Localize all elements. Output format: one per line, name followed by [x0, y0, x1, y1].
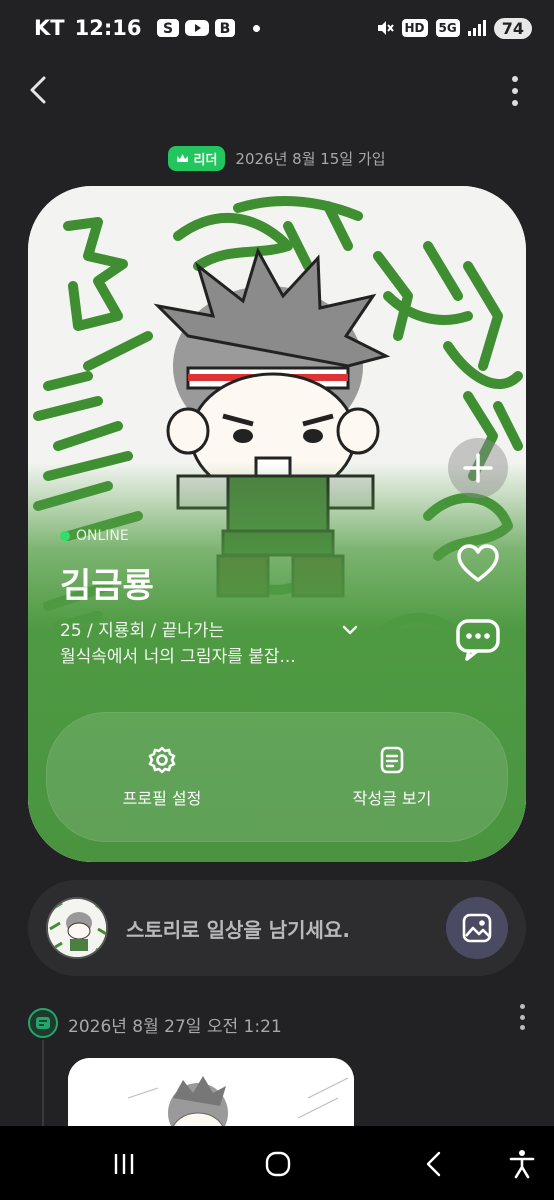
- home-icon: [265, 1151, 291, 1177]
- heart-icon: [457, 544, 499, 582]
- back-button[interactable]: [22, 72, 58, 108]
- signal-icon: [467, 20, 486, 36]
- recent-apps-icon: [114, 1154, 134, 1174]
- bio-line-1: 25 / 지룡회 / 끝나가는: [60, 621, 225, 641]
- leader-badge: 리더: [168, 146, 226, 171]
- post-date: 2026년 8월 27일 오전 1:21: [68, 1017, 282, 1037]
- story-composer[interactable]: 스토리로 일상을 남기세요.: [28, 880, 526, 976]
- back-arrow-icon: [426, 1151, 441, 1177]
- profile-card: ONLINE 김금룡 25 / 지룡회 / 끝나가는 월식속에서 너의 그림자를…: [28, 186, 526, 862]
- svg-text:B: B: [220, 21, 231, 37]
- more-vertical-icon: [512, 76, 518, 82]
- post-more-button[interactable]: [518, 1004, 526, 1030]
- plus-icon: [463, 453, 493, 483]
- status-bar: KT 12:16 S B HD 5G 74: [0, 0, 554, 56]
- profile-settings-label: 프로필 설정: [122, 789, 202, 808]
- more-vertical-icon: [519, 1004, 525, 1009]
- post-note-icon: [36, 1017, 50, 1029]
- profile-settings-button[interactable]: 프로필 설정: [47, 713, 277, 841]
- home-button[interactable]: [262, 1148, 294, 1180]
- nav-back-button[interactable]: [418, 1148, 450, 1180]
- youtube-icon: [185, 20, 210, 36]
- samsung-s-icon: S: [157, 19, 180, 37]
- system-navigation-bar: [0, 1126, 554, 1200]
- battery-indicator: 74: [493, 17, 532, 39]
- document-icon: [380, 746, 404, 774]
- bio-line-2: 월식속에서 너의 그림자를 붙잡...: [60, 647, 296, 667]
- mute-icon: [377, 21, 394, 35]
- clock: 12:16: [74, 16, 142, 40]
- story-prompt: 스토리로 일상을 남기세요.: [126, 917, 350, 942]
- notification-dot: [253, 24, 261, 32]
- join-info: 리더 2026년 8월 15일 가입: [0, 146, 554, 171]
- profile-name: 김금룡: [60, 566, 154, 606]
- join-date: 2026년 8월 15일 가입: [235, 150, 386, 168]
- hd-voice-icon: HD: [401, 19, 428, 37]
- avatar: [46, 897, 108, 959]
- profile-actions: 프로필 설정 작성글 보기: [46, 712, 508, 842]
- leader-badge-label: 리더: [193, 153, 218, 168]
- accessibility-icon: [509, 1150, 535, 1179]
- online-dot-icon: [60, 531, 70, 541]
- accessibility-button[interactable]: [506, 1148, 538, 1180]
- blog-b-icon: B: [215, 19, 236, 37]
- view-posts-button[interactable]: 작성글 보기: [277, 713, 507, 841]
- chat-bubble-icon: [456, 619, 500, 661]
- add-button[interactable]: [448, 438, 508, 498]
- timeline-post-icon: [28, 1008, 58, 1038]
- network-5g-icon: 5G: [435, 19, 460, 37]
- more-options-button[interactable]: [510, 76, 520, 106]
- like-button[interactable]: [448, 534, 508, 594]
- app-screen: KT 12:16 S B HD 5G 74 리더 2026년 8월 15일 가입: [0, 0, 554, 1200]
- status-left: KT 12:16 S B: [34, 16, 261, 40]
- chevron-down-icon: [342, 625, 358, 635]
- gear-icon: [148, 746, 176, 774]
- timeline-line: [42, 1040, 44, 1130]
- avatar-image: [48, 899, 106, 957]
- crown-icon: [177, 154, 189, 162]
- image-icon: [462, 913, 492, 943]
- view-posts-label: 작성글 보기: [352, 789, 432, 808]
- svg-text:S: S: [163, 21, 173, 37]
- notification-icons: S B: [157, 19, 236, 37]
- chat-button[interactable]: [448, 610, 508, 670]
- add-image-button[interactable]: [446, 897, 508, 959]
- online-status: ONLINE: [60, 528, 129, 544]
- profile-bio[interactable]: 25 / 지룡회 / 끝나가는 월식속에서 너의 그림자를 붙잡...: [60, 618, 360, 670]
- expand-bio-button[interactable]: [340, 620, 360, 640]
- status-right: HD 5G 74: [376, 17, 532, 39]
- recent-apps-button[interactable]: [108, 1148, 140, 1180]
- online-status-label: ONLINE: [76, 528, 129, 544]
- carrier-label: KT: [34, 16, 65, 40]
- chevron-left-icon: [30, 76, 46, 104]
